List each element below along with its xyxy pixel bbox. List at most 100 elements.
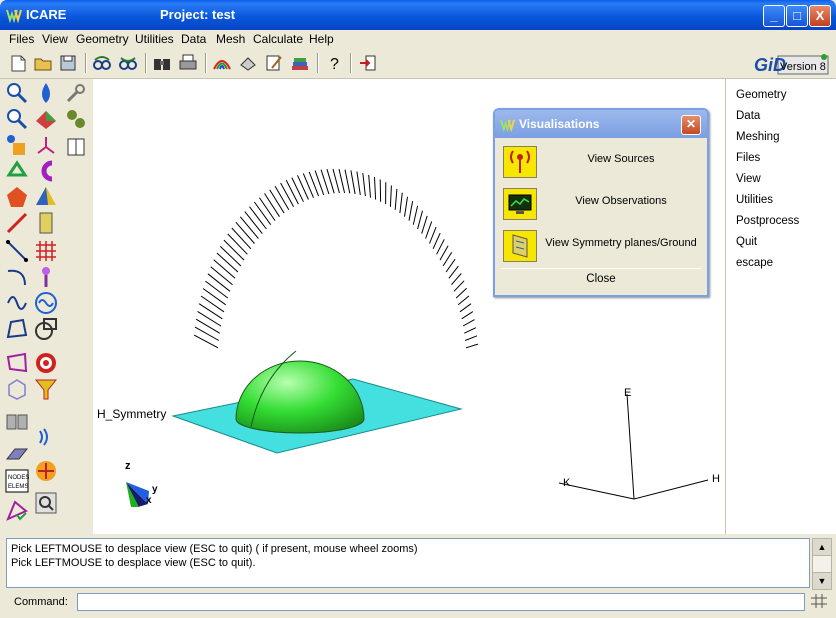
right-menu-escape[interactable]: escape [736,257,773,269]
axis-k-label: K [563,477,571,489]
arc-tick [326,169,335,194]
toolbar-separator [317,53,319,73]
arc-tick [239,216,259,239]
right-menu-geometry[interactable]: Geometry [736,89,787,101]
arc-tick [210,266,233,286]
maximize-button[interactable]: □ [786,5,808,27]
dialog-close-button[interactable]: Close [501,268,701,289]
zoom-icon[interactable] [5,81,29,105]
axes-icon[interactable] [34,133,58,157]
dialog-close-icon[interactable]: ✕ [681,115,701,135]
arc-tick [285,179,299,205]
view-observations-button[interactable]: View Observations [501,186,701,220]
arc-tick [231,227,252,250]
polyline-icon[interactable] [5,317,29,341]
view-sources-button[interactable]: View Sources [501,144,701,178]
right-menu-data[interactable]: Data [736,110,760,122]
toolbar-separator [205,53,207,73]
arc-icon[interactable] [5,265,29,289]
arc-tick [356,171,361,195]
books-icon[interactable] [290,53,310,73]
sources-antenna-icon[interactable] [503,146,537,178]
right-menu-view[interactable]: View [736,173,761,185]
command-input[interactable] [77,593,805,611]
grid-icon[interactable] [810,593,828,609]
funnel-icon[interactable] [34,377,58,401]
observations-monitor-icon[interactable] [503,188,537,220]
circle-square-icon[interactable] [34,317,58,341]
eraser-icon[interactable] [5,441,29,465]
target-icon[interactable] [34,351,58,375]
save-icon[interactable] [58,53,78,73]
redo-view-icon[interactable] [118,53,138,73]
symmetry-mirror-icon[interactable] [34,211,58,235]
check-mesh-icon[interactable] [5,499,29,523]
arc-tick [412,205,419,225]
signal-waves-icon[interactable] [34,425,58,449]
solid-icon[interactable] [5,185,29,209]
nodes-elems-icon[interactable]: NODES ELEMS [5,469,29,493]
pyramid-icon[interactable] [34,185,58,209]
line-icon[interactable] [5,239,29,263]
menu-utilities[interactable]: Utilities [135,32,174,46]
toolbar-separator [145,53,147,73]
menu-files[interactable]: Files [9,32,34,46]
new-file-icon[interactable] [8,53,28,73]
inspect-icon[interactable] [34,491,58,515]
edit-icon[interactable] [264,53,284,73]
view-symmetry-label: View Symmetry planes/Ground [545,237,697,249]
dialog-title-bar[interactable]: Visualisations ✕ [495,110,707,138]
scroll-up-icon[interactable]: ▲ [813,539,831,556]
main-toolbar: ? [0,48,836,79]
arc-tick [291,177,304,202]
arc-tick [459,303,472,313]
right-menu-quit[interactable]: Quit [736,236,757,248]
spline-icon[interactable] [5,291,29,315]
symmetry-planes-icon[interactable] [503,230,537,262]
cylinders-icon[interactable] [5,409,29,433]
help-question-icon[interactable]: ? [324,53,344,73]
wave-source-icon[interactable] [34,291,58,315]
view-symmetry-button[interactable]: View Symmetry planes/Ground [501,228,701,262]
book-icon[interactable] [64,135,88,159]
menu-view[interactable]: View [42,32,68,46]
gears-icon[interactable] [64,107,88,131]
antenna-icon[interactable] [34,265,58,289]
zoom-out-icon[interactable] [5,107,29,131]
volume-icon[interactable] [5,377,29,401]
radiation-pattern-icon[interactable] [34,459,58,483]
exit-icon[interactable] [358,53,378,73]
menu-calculate[interactable]: Calculate [253,32,303,46]
binoculars-icon[interactable] [152,53,172,73]
dome [235,360,365,434]
wrench-icon[interactable] [64,81,88,105]
arc-tick [448,265,459,279]
drop-icon[interactable] [34,81,58,105]
right-menu-utilities[interactable]: Utilities [736,194,773,206]
right-menu-meshing[interactable]: Meshing [736,131,779,143]
surface-color-icon[interactable] [34,107,58,131]
recycle-icon[interactable] [5,159,29,183]
output-scrollbar[interactable]: ▲ ▼ [812,538,832,590]
open-folder-icon[interactable] [33,53,53,73]
menu-mesh[interactable]: Mesh [216,32,245,46]
minimize-button[interactable]: _ [763,5,785,27]
undo-view-icon[interactable] [92,53,112,73]
right-menu-files[interactable]: Files [736,152,760,164]
menu-help[interactable]: Help [309,32,334,46]
close-button[interactable]: X [809,5,831,27]
svg-text:ELEMS: ELEMS [8,484,28,490]
print-icon[interactable] [178,53,198,73]
scroll-down-icon[interactable]: ▼ [813,572,831,589]
line-red-icon[interactable] [5,211,29,235]
layers-icon[interactable] [238,53,258,73]
mesh-grid-icon[interactable] [34,239,58,263]
magnet-icon[interactable] [34,159,58,183]
point-select-icon[interactable] [5,133,29,157]
surface-icon[interactable] [5,351,29,375]
menu-geometry[interactable]: Geometry [76,32,129,46]
icare-logo-icon [6,9,22,23]
menu-data[interactable]: Data [181,32,206,46]
right-menu-postprocess[interactable]: Postprocess [736,215,799,227]
render-rainbow-icon[interactable] [212,53,232,73]
